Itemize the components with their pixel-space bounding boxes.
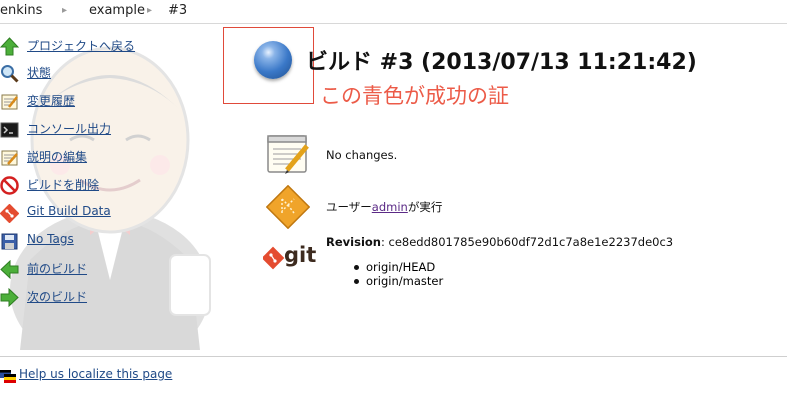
breadcrumb-item-example[interactable]: example — [89, 0, 145, 22]
user-cause-diamond-icon — [266, 185, 310, 229]
flags-icon — [0, 368, 16, 387]
sidebar-item-label[interactable]: プロジェクトへ戻る — [27, 37, 135, 54]
floppy-disk-icon — [0, 232, 19, 251]
changes-text: No changes. — [326, 148, 398, 162]
git-logo: git — [261, 243, 317, 276]
list-item: origin/HEAD — [352, 260, 443, 274]
up-arrow-icon — [0, 37, 20, 56]
breadcrumb-separator-icon: ▸ — [147, 5, 153, 16]
terminal-icon — [0, 120, 19, 139]
breadcrumb-separator-icon: ▸ — [62, 5, 68, 16]
footer-divider — [0, 356, 787, 357]
notepad-edit-icon — [0, 148, 19, 167]
no-entry-icon — [0, 176, 19, 195]
sidebar-item-label[interactable]: Git Build Data — [27, 204, 111, 218]
git-icon — [0, 203, 20, 224]
sidebar-item-label[interactable]: コンソール出力 — [27, 120, 111, 137]
magnifier-icon — [0, 64, 19, 83]
localize-page-link[interactable]: Help us localize this page — [19, 367, 172, 381]
sidebar-item-label[interactable]: 前のビルド — [27, 260, 87, 277]
revision-separator: : — [380, 235, 389, 249]
sidebar-item-label[interactable]: No Tags — [27, 232, 74, 246]
sidebar-item-label[interactable]: ビルドを削除 — [27, 176, 99, 193]
left-arrow-icon — [0, 259, 19, 280]
sidebar-item-label[interactable]: 次のビルド — [27, 288, 87, 305]
started-by-prefix: ユーザー — [326, 200, 372, 214]
notepad-icon — [267, 135, 309, 174]
revision-line: Revision: ce8edd801785e90b60df72d1c7a8e1… — [326, 235, 673, 249]
branch-list: origin/HEAD origin/master — [352, 260, 443, 288]
started-by-text: ユーザーadminが実行 — [326, 199, 442, 215]
user-link-admin[interactable]: admin — [372, 200, 408, 214]
build-status-blue-ball-icon — [254, 41, 292, 79]
breadcrumb-item-jenkins[interactable]: enkins — [0, 0, 42, 22]
sidebar-item-label[interactable]: 変更履歴 — [27, 92, 75, 109]
breadcrumb-item-build[interactable]: #3 — [168, 0, 187, 22]
breadcrumb: enkins ▸ example ▸ #3 — [0, 0, 787, 24]
sidebar-item-label[interactable]: 説明の編集 — [27, 148, 87, 165]
right-arrow-icon — [0, 287, 19, 308]
revision-hash: ce8edd801785e90b60df72d1c7a8e1e2237de0c3 — [388, 235, 674, 249]
started-by-suffix: が実行 — [407, 200, 443, 214]
notepad-icon — [0, 92, 19, 111]
sidebar-item-label[interactable]: 状態 — [27, 64, 51, 81]
git-logo-text: git — [284, 243, 317, 267]
list-item: origin/master — [352, 274, 443, 288]
revision-label: Revision — [326, 235, 381, 249]
page-title: ビルド #3 (2013/07/13 11:21:42) — [306, 50, 697, 75]
annotation-text: この青色が成功の証 — [320, 84, 509, 108]
